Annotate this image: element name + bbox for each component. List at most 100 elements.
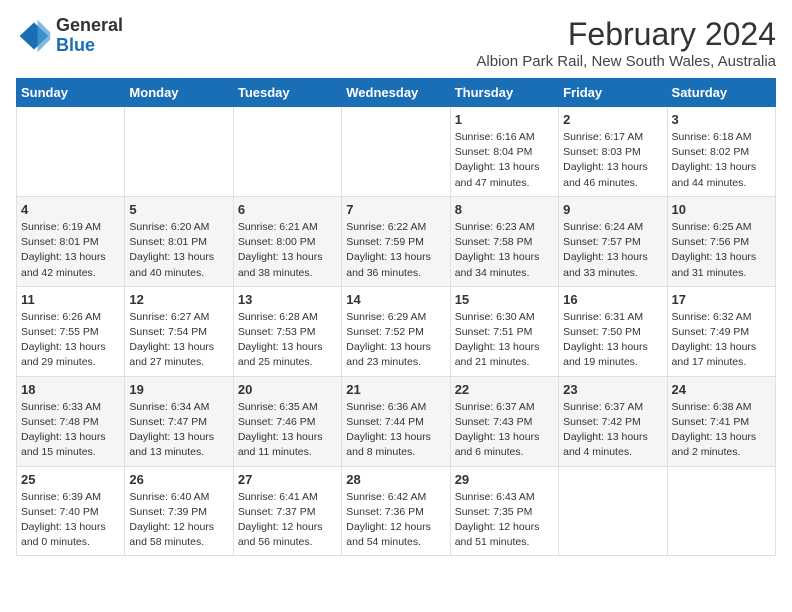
calendar-header-row: SundayMondayTuesdayWednesdayThursdayFrid… xyxy=(17,79,776,107)
day-info: Sunrise: 6:31 AMSunset: 7:50 PMDaylight:… xyxy=(563,310,662,371)
calendar-cell: 21 Sunrise: 6:36 AMSunset: 7:44 PMDayligh… xyxy=(342,376,450,466)
day-number: 1 xyxy=(455,112,554,127)
day-info: Sunrise: 6:22 AMSunset: 7:59 PMDaylight:… xyxy=(346,220,445,281)
day-number: 22 xyxy=(455,382,554,397)
calendar-week-row: 4 Sunrise: 6:19 AMSunset: 8:01 PMDaylight… xyxy=(17,196,776,286)
day-number: 28 xyxy=(346,472,445,487)
day-number: 15 xyxy=(455,292,554,307)
subtitle: Albion Park Rail, New South Wales, Austr… xyxy=(476,53,776,70)
logo-icon xyxy=(16,18,52,54)
calendar-cell: 14 Sunrise: 6:29 AMSunset: 7:52 PMDayligh… xyxy=(342,286,450,376)
weekday-header: Friday xyxy=(559,79,667,107)
day-info: Sunrise: 6:39 AMSunset: 7:40 PMDaylight:… xyxy=(21,490,120,551)
calendar-week-row: 25 Sunrise: 6:39 AMSunset: 7:40 PMDayligh… xyxy=(17,466,776,556)
calendar-cell: 12 Sunrise: 6:27 AMSunset: 7:54 PMDayligh… xyxy=(125,286,233,376)
calendar-cell: 5 Sunrise: 6:20 AMSunset: 8:01 PMDaylight… xyxy=(125,196,233,286)
day-number: 27 xyxy=(238,472,337,487)
calendar-cell: 4 Sunrise: 6:19 AMSunset: 8:01 PMDaylight… xyxy=(17,196,125,286)
calendar-cell: 1 Sunrise: 6:16 AMSunset: 8:04 PMDaylight… xyxy=(450,107,558,197)
day-number: 29 xyxy=(455,472,554,487)
day-info: Sunrise: 6:30 AMSunset: 7:51 PMDaylight:… xyxy=(455,310,554,371)
day-number: 12 xyxy=(129,292,228,307)
calendar-cell xyxy=(667,466,775,556)
day-info: Sunrise: 6:16 AMSunset: 8:04 PMDaylight:… xyxy=(455,130,554,191)
day-number: 18 xyxy=(21,382,120,397)
day-info: Sunrise: 6:32 AMSunset: 7:49 PMDaylight:… xyxy=(672,310,771,371)
day-info: Sunrise: 6:43 AMSunset: 7:35 PMDaylight:… xyxy=(455,490,554,551)
calendar-cell xyxy=(233,107,341,197)
day-info: Sunrise: 6:40 AMSunset: 7:39 PMDaylight:… xyxy=(129,490,228,551)
calendar-cell: 9 Sunrise: 6:24 AMSunset: 7:57 PMDaylight… xyxy=(559,196,667,286)
day-number: 4 xyxy=(21,202,120,217)
weekday-header: Saturday xyxy=(667,79,775,107)
day-info: Sunrise: 6:28 AMSunset: 7:53 PMDaylight:… xyxy=(238,310,337,371)
day-number: 17 xyxy=(672,292,771,307)
day-info: Sunrise: 6:18 AMSunset: 8:02 PMDaylight:… xyxy=(672,130,771,191)
logo-text: General Blue xyxy=(56,16,123,56)
calendar-cell: 13 Sunrise: 6:28 AMSunset: 7:53 PMDayligh… xyxy=(233,286,341,376)
day-number: 9 xyxy=(563,202,662,217)
calendar-cell: 6Sunrise: 6:21 AMSunset: 8:00 PMDaylight… xyxy=(233,196,341,286)
calendar-cell: 11Sunrise: 6:26 AMSunset: 7:55 PMDayligh… xyxy=(17,286,125,376)
day-number: 16 xyxy=(563,292,662,307)
calendar-week-row: 18Sunrise: 6:33 AMSunset: 7:48 PMDayligh… xyxy=(17,376,776,466)
calendar-cell xyxy=(342,107,450,197)
day-number: 13 xyxy=(238,292,337,307)
day-info: Sunrise: 6:24 AMSunset: 7:57 PMDaylight:… xyxy=(563,220,662,281)
day-number: 19 xyxy=(129,382,228,397)
calendar-cell: 27 Sunrise: 6:41 AMSunset: 7:37 PMDayligh… xyxy=(233,466,341,556)
calendar-cell: 3 Sunrise: 6:18 AMSunset: 8:02 PMDaylight… xyxy=(667,107,775,197)
day-number: 14 xyxy=(346,292,445,307)
calendar-cell: 7Sunrise: 6:22 AMSunset: 7:59 PMDaylight… xyxy=(342,196,450,286)
calendar-cell: 25 Sunrise: 6:39 AMSunset: 7:40 PMDayligh… xyxy=(17,466,125,556)
calendar-cell: 10Sunrise: 6:25 AMSunset: 7:56 PMDayligh… xyxy=(667,196,775,286)
title-block: February 2024 Albion Park Rail, New Sout… xyxy=(476,16,776,70)
day-number: 25 xyxy=(21,472,120,487)
logo-general: General xyxy=(56,16,123,36)
calendar-cell: 16 Sunrise: 6:31 AMSunset: 7:50 PMDayligh… xyxy=(559,286,667,376)
day-info: Sunrise: 6:21 AMSunset: 8:00 PMDaylight:… xyxy=(238,220,337,281)
calendar-week-row: 1 Sunrise: 6:16 AMSunset: 8:04 PMDaylight… xyxy=(17,107,776,197)
calendar-table: SundayMondayTuesdayWednesdayThursdayFrid… xyxy=(16,78,776,556)
day-info: Sunrise: 6:34 AMSunset: 7:47 PMDaylight:… xyxy=(129,400,228,461)
logo: General Blue xyxy=(16,16,123,56)
day-info: Sunrise: 6:29 AMSunset: 7:52 PMDaylight:… xyxy=(346,310,445,371)
calendar-cell: 8 Sunrise: 6:23 AMSunset: 7:58 PMDaylight… xyxy=(450,196,558,286)
day-number: 11 xyxy=(21,292,120,307)
day-info: Sunrise: 6:20 AMSunset: 8:01 PMDaylight:… xyxy=(129,220,228,281)
day-info: Sunrise: 6:42 AMSunset: 7:36 PMDaylight:… xyxy=(346,490,445,551)
day-number: 5 xyxy=(129,202,228,217)
day-number: 23 xyxy=(563,382,662,397)
day-info: Sunrise: 6:38 AMSunset: 7:41 PMDaylight:… xyxy=(672,400,771,461)
day-number: 26 xyxy=(129,472,228,487)
calendar-cell: 18Sunrise: 6:33 AMSunset: 7:48 PMDayligh… xyxy=(17,376,125,466)
calendar-cell: 15 Sunrise: 6:30 AMSunset: 7:51 PMDayligh… xyxy=(450,286,558,376)
calendar-cell: 29 Sunrise: 6:43 AMSunset: 7:35 PMDayligh… xyxy=(450,466,558,556)
calendar-cell: 24 Sunrise: 6:38 AMSunset: 7:41 PMDayligh… xyxy=(667,376,775,466)
calendar-cell: 2Sunrise: 6:17 AMSunset: 8:03 PMDaylight… xyxy=(559,107,667,197)
day-number: 3 xyxy=(672,112,771,127)
day-number: 20 xyxy=(238,382,337,397)
calendar-cell: 23 Sunrise: 6:37 AMSunset: 7:42 PMDayligh… xyxy=(559,376,667,466)
day-number: 2 xyxy=(563,112,662,127)
day-number: 21 xyxy=(346,382,445,397)
day-info: Sunrise: 6:27 AMSunset: 7:54 PMDaylight:… xyxy=(129,310,228,371)
calendar-cell xyxy=(17,107,125,197)
weekday-header: Monday xyxy=(125,79,233,107)
day-info: Sunrise: 6:36 AMSunset: 7:44 PMDaylight:… xyxy=(346,400,445,461)
calendar-cell: 19 Sunrise: 6:34 AMSunset: 7:47 PMDayligh… xyxy=(125,376,233,466)
day-number: 8 xyxy=(455,202,554,217)
logo-blue: Blue xyxy=(56,36,123,56)
calendar-cell: 20Sunrise: 6:35 AMSunset: 7:46 PMDayligh… xyxy=(233,376,341,466)
calendar-body: 1 Sunrise: 6:16 AMSunset: 8:04 PMDaylight… xyxy=(17,107,776,556)
weekday-header: Thursday xyxy=(450,79,558,107)
weekday-header: Tuesday xyxy=(233,79,341,107)
weekday-header: Sunday xyxy=(17,79,125,107)
calendar-cell: 26 Sunrise: 6:40 AMSunset: 7:39 PMDayligh… xyxy=(125,466,233,556)
page-header: General Blue February 2024 Albion Park R… xyxy=(16,16,776,70)
day-info: Sunrise: 6:37 AMSunset: 7:42 PMDaylight:… xyxy=(563,400,662,461)
day-info: Sunrise: 6:41 AMSunset: 7:37 PMDaylight:… xyxy=(238,490,337,551)
day-number: 24 xyxy=(672,382,771,397)
day-info: Sunrise: 6:23 AMSunset: 7:58 PMDaylight:… xyxy=(455,220,554,281)
day-info: Sunrise: 6:19 AMSunset: 8:01 PMDaylight:… xyxy=(21,220,120,281)
